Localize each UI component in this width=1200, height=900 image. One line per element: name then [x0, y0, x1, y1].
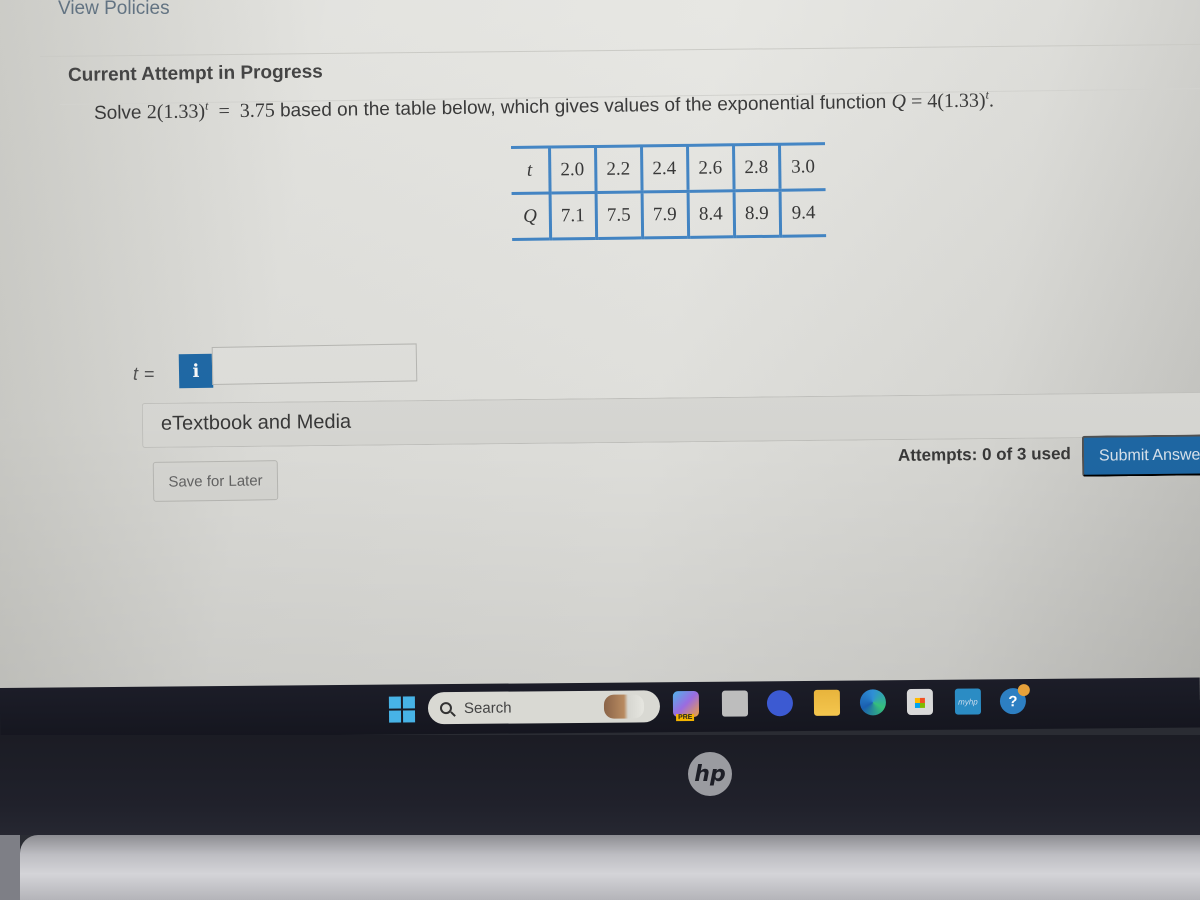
- table-cell: 7.1: [549, 192, 597, 240]
- equation-lhs: 2(1.33): [146, 100, 206, 124]
- table-row-q: Q 7.1 7.5 7.9 8.4 8.9 9.4: [512, 189, 827, 240]
- table-cell: 3.0: [778, 143, 826, 191]
- screen: View Policies Current Attempt in Progres…: [0, 0, 1200, 700]
- microsoft-store-icon[interactable]: [906, 688, 934, 716]
- answer-label: t =: [133, 364, 155, 385]
- taskbar: Search myhp ?: [0, 677, 1200, 738]
- table-cell: 2.0: [549, 146, 596, 194]
- view-policies-link[interactable]: View Policies: [58, 0, 170, 20]
- solve-equation: 2(1.33)t = 3.75: [146, 98, 275, 124]
- table-cell: 2.6: [687, 144, 734, 192]
- meet-icon[interactable]: [766, 690, 794, 717]
- question-prefix: Solve: [93, 102, 142, 124]
- answer-equals: =: [144, 364, 155, 384]
- table-header-t: t: [511, 147, 550, 194]
- file-explorer-icon[interactable]: [813, 689, 841, 716]
- info-icon[interactable]: i: [178, 353, 214, 389]
- copilot-icon[interactable]: [672, 690, 700, 718]
- myhp-icon[interactable]: myhp: [954, 688, 982, 715]
- table-row-t: t 2.0 2.2 2.4 2.6 2.8 3.0: [511, 143, 826, 194]
- search-highlight-image: [603, 694, 645, 719]
- function-equals: =: [910, 90, 923, 113]
- section-divider: [39, 43, 1200, 57]
- function-period: .: [988, 89, 995, 112]
- function-variable: Q: [891, 90, 907, 113]
- table-cell: 2.8: [733, 144, 780, 191]
- windows-start-icon[interactable]: [388, 696, 416, 723]
- attempts-counter: Attempts: 0 of 3 used: [897, 444, 1071, 465]
- equation-equals: =: [218, 100, 230, 123]
- laptop-edge: [0, 835, 20, 900]
- function-equation: Q = 4(1.33)t.: [891, 88, 995, 113]
- etextbook-panel[interactable]: eTextbook and Media: [141, 391, 1200, 448]
- table-cell: 2.2: [595, 145, 642, 193]
- table-cell: 8.9: [733, 190, 781, 237]
- question-middle: based on the table below, which gives va…: [279, 91, 887, 122]
- help-icon[interactable]: ?: [999, 688, 1027, 715]
- hp-logo-icon: hp: [688, 752, 732, 796]
- submit-answer-button[interactable]: Submit Answer: [1081, 434, 1200, 477]
- answer-variable: t: [133, 364, 139, 384]
- table-cell: 7.9: [641, 191, 689, 238]
- taskbar-search[interactable]: Search: [427, 690, 661, 725]
- answer-input[interactable]: [211, 343, 418, 385]
- laptop-hinge: [20, 835, 1200, 900]
- table-cell: 2.4: [641, 145, 688, 192]
- table-cell: 9.4: [779, 189, 827, 237]
- search-icon: [439, 702, 453, 715]
- search-label: Search: [463, 699, 512, 717]
- edge-browser-icon[interactable]: [859, 689, 887, 716]
- table-header-q: Q: [523, 205, 538, 227]
- values-table: t 2.0 2.2 2.4 2.6 2.8 3.0 Q 7.1 7.5 7.9 …: [511, 142, 827, 241]
- attempt-title: Current Attempt in Progress: [67, 61, 323, 86]
- table-cell: 7.5: [595, 191, 643, 239]
- function-rhs: 4(1.33): [927, 89, 986, 113]
- equation-exponent: t: [204, 98, 209, 113]
- table-cell: 8.4: [687, 190, 735, 238]
- etextbook-label: eTextbook and Media: [160, 410, 352, 435]
- task-view-icon[interactable]: [721, 690, 749, 717]
- equation-rhs: 3.75: [239, 99, 275, 122]
- save-for-later-button[interactable]: Save for Later: [152, 460, 279, 502]
- question-text: Solve 2(1.33)t = 3.75 based on the table…: [94, 87, 994, 125]
- laptop-bezel: [0, 735, 1200, 835]
